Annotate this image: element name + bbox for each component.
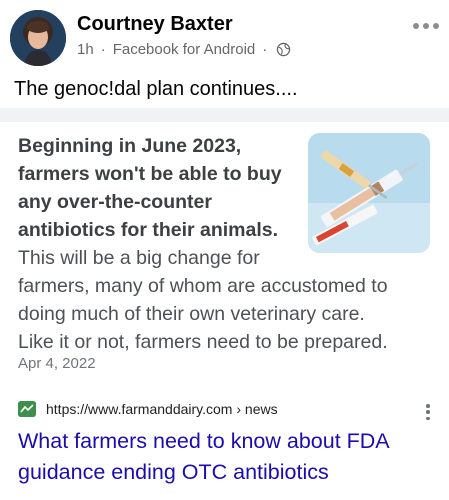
snippet-text-line: This will be a big change for <box>18 247 260 269</box>
snippet-highlight-line: farmers won't be able to buy <box>18 163 282 185</box>
snippet-text-line: doing much of their own veterinary care. <box>18 303 365 325</box>
post-header: Courtney Baxter 1h · Facebook for Androi… <box>0 0 449 72</box>
post-source: Facebook for Android <box>112 41 256 58</box>
author-name[interactable]: Courtney Baxter <box>77 13 233 36</box>
snippet-text-line: farmers, many of whom are accustomed to <box>18 275 388 297</box>
source-url[interactable]: https://www.farmanddairy.com › news <box>46 401 278 417</box>
avatar[interactable] <box>10 10 66 66</box>
post-text: The genoc!dal plan continues.... <box>14 78 298 100</box>
snippet-text-line: Like it or not, farmers need to be prepa… <box>18 331 388 353</box>
snippet-highlight: Beginning in June 2023, farmers won't be… <box>18 132 298 244</box>
syringe-thumbnail-image[interactable] <box>308 133 430 253</box>
meta-separator: · <box>100 41 106 58</box>
snippet-highlight-line: antibiotics for their animals. <box>18 219 279 241</box>
snippet-highlight-line: any over-the-counter <box>18 191 212 213</box>
snippet-date: Apr 4, 2022 <box>18 355 96 372</box>
snippet-text: farmers, many of whom are accustomed to … <box>18 272 438 356</box>
result-title-line[interactable]: What farmers need to know about FDA <box>18 426 438 457</box>
snippet-highlight-line: Beginning in June 2023, <box>18 135 242 157</box>
result-source[interactable]: https://www.farmanddairy.com › news <box>18 400 438 420</box>
site-favicon-icon <box>18 401 36 417</box>
result-title-line[interactable]: guidance ending OTC antibiotics <box>18 457 438 488</box>
globe-icon[interactable] <box>276 42 291 57</box>
result-title-link[interactable]: What farmers need to know about FDA guid… <box>18 426 438 488</box>
divider <box>0 108 449 122</box>
post-meta: 1h · Facebook for Android · <box>77 41 291 58</box>
more-horizontal-icon[interactable] <box>413 20 439 32</box>
more-vertical-icon[interactable] <box>426 404 430 420</box>
meta-separator: · <box>262 41 268 58</box>
post-time[interactable]: 1h <box>77 41 94 58</box>
